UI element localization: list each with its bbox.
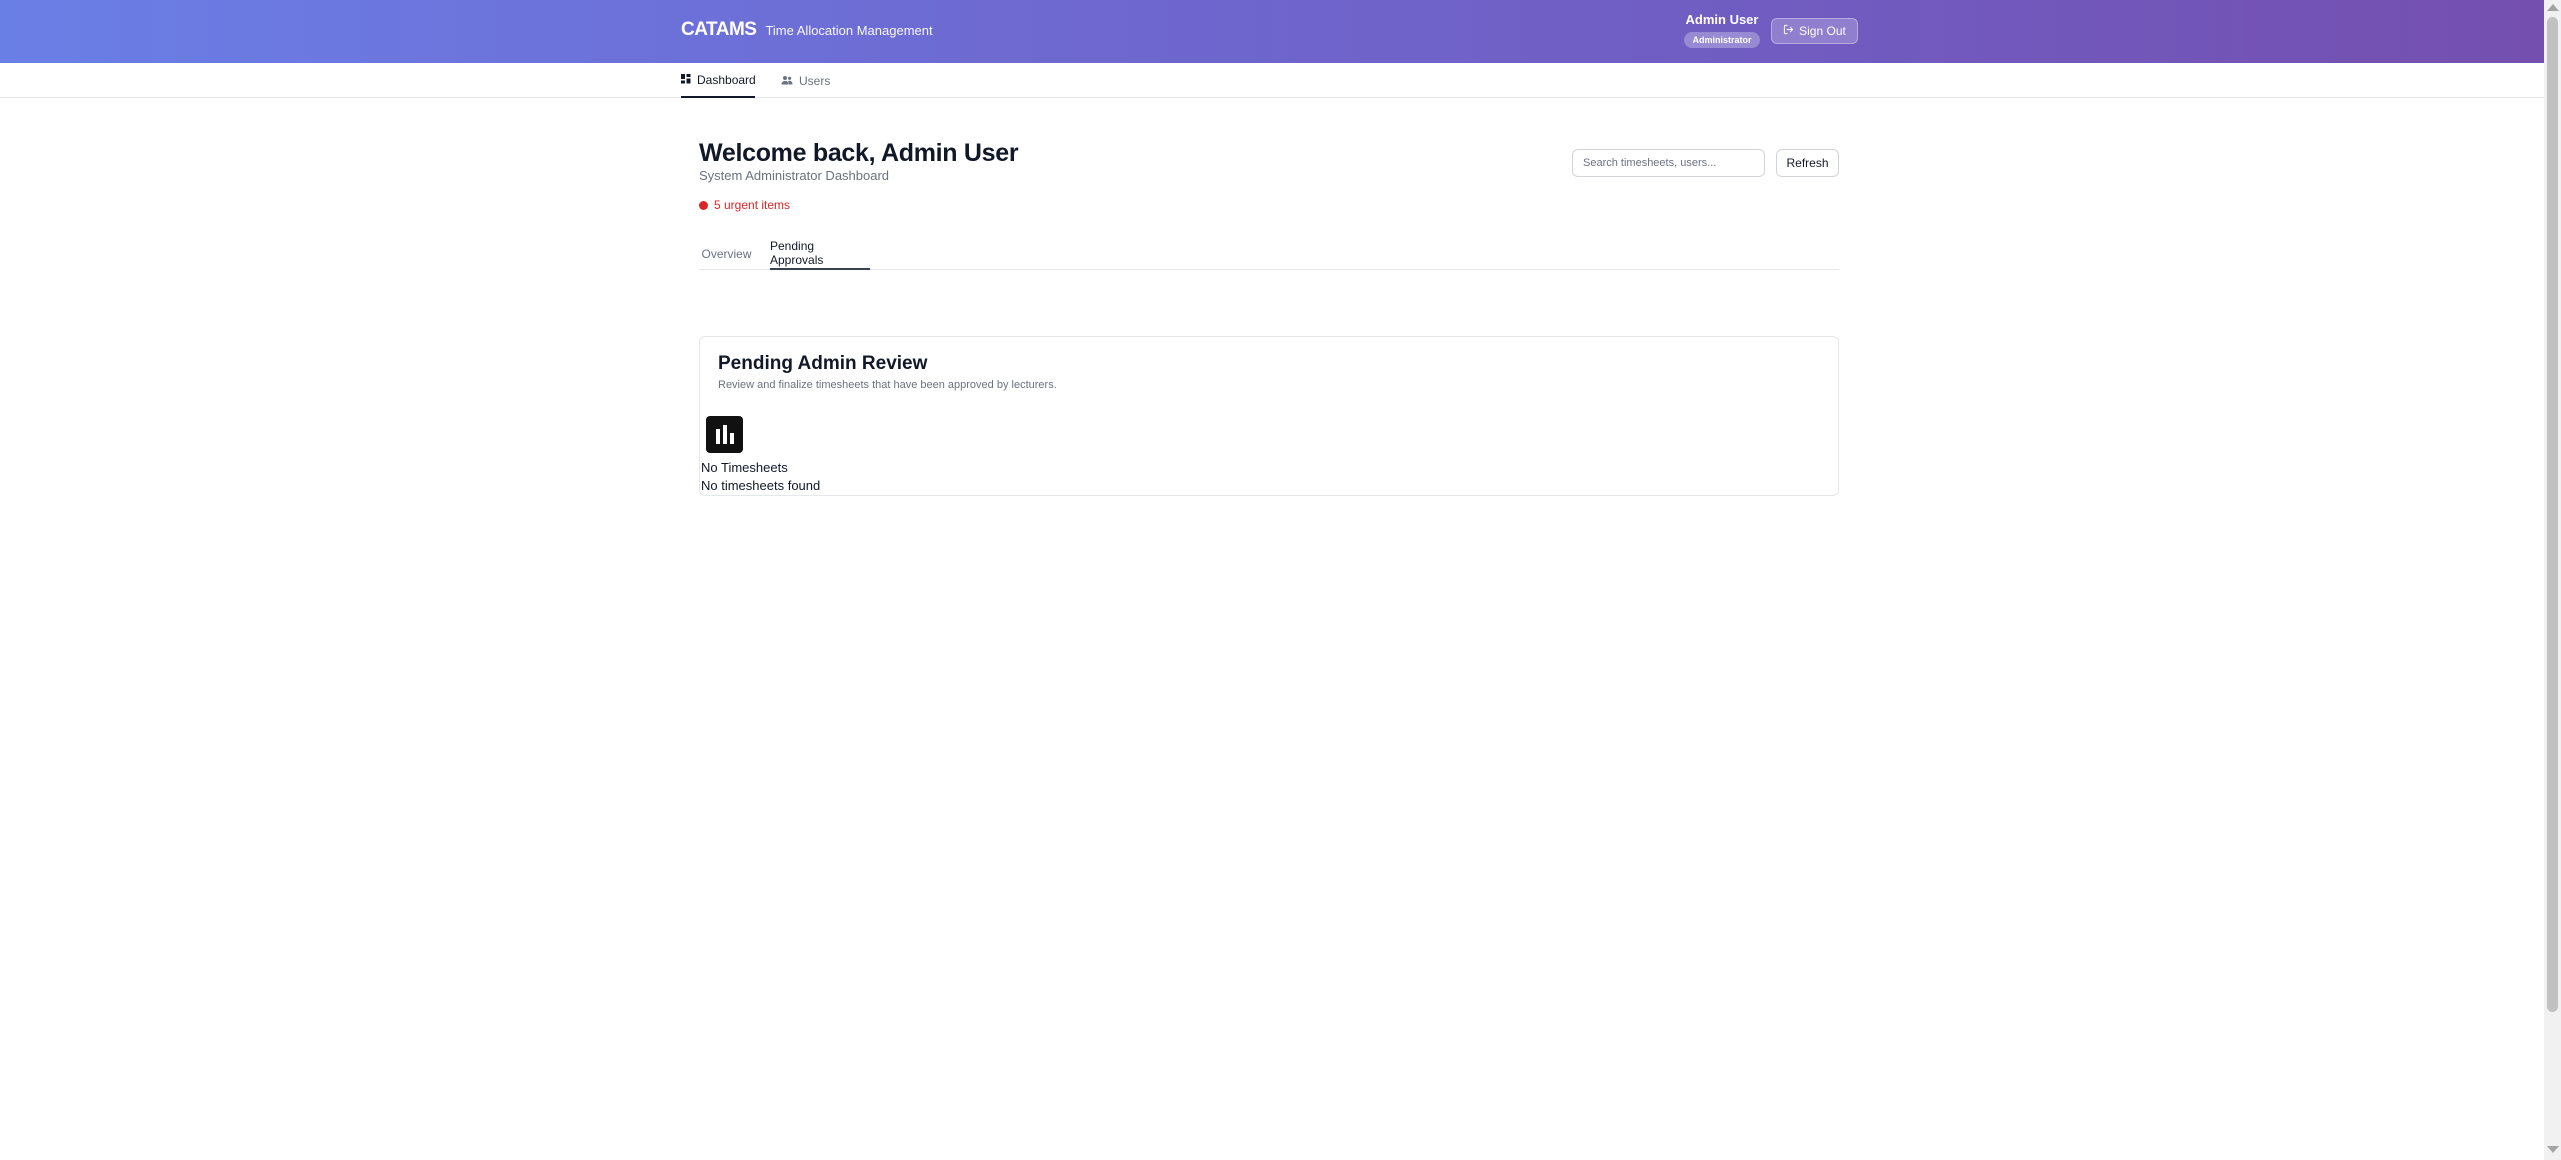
- sign-out-label: Sign Out: [1799, 24, 1846, 38]
- refresh-button[interactable]: Refresh: [1776, 149, 1839, 177]
- sign-out-button[interactable]: Sign Out: [1771, 18, 1858, 44]
- empty-state-description: No timesheets found: [701, 478, 821, 493]
- urgent-dot-icon: [699, 200, 708, 210]
- user-info: Admin User Administrator: [1680, 12, 1764, 48]
- tab-overview[interactable]: Overview: [699, 238, 754, 270]
- nav-tab-label: Dashboard: [697, 72, 756, 87]
- users-icon: [781, 74, 793, 88]
- user-name: Admin User: [1685, 12, 1759, 27]
- scrollbar-thumb[interactable]: [2547, 17, 2558, 1012]
- main-nav: Dashboard Users: [0, 63, 2544, 98]
- search-input[interactable]: [1572, 149, 1765, 177]
- brand-title: CATAMS: [681, 19, 757, 40]
- bar-chart-icon: [706, 416, 743, 453]
- app-viewport: CATAMS Time Allocation Management Admin …: [0, 0, 2561, 1160]
- sign-out-icon: [1783, 24, 1794, 38]
- urgent-items-indicator[interactable]: 5 urgent items: [699, 198, 790, 212]
- page-title: Welcome back, Admin User: [699, 139, 1019, 167]
- card-description: Review and finalize timesheets that have…: [718, 379, 1057, 391]
- urgent-items-label: 5 urgent items: [714, 198, 791, 212]
- scroll-up-arrow-icon[interactable]: [2547, 4, 2559, 11]
- dashboard-icon: [681, 73, 691, 87]
- card-title: Pending Admin Review: [718, 353, 928, 374]
- brand-subtitle: Time Allocation Management: [765, 23, 933, 38]
- pending-admin-review-card: Pending Admin Review Review and finalize…: [699, 336, 1839, 496]
- app-header: CATAMS Time Allocation Management Admin …: [0, 0, 2544, 63]
- scroll-down-arrow-icon[interactable]: [2547, 1146, 2559, 1153]
- nav-tab-dashboard[interactable]: Dashboard: [681, 63, 756, 98]
- nav-tab-label: Users: [799, 73, 831, 88]
- vertical-scrollbar[interactable]: [2544, 0, 2561, 1160]
- dashboard-tabs: Overview Pending Approvals: [699, 238, 1839, 270]
- nav-tab-users[interactable]: Users: [781, 63, 830, 98]
- page-subtitle: System Administrator Dashboard: [699, 168, 890, 183]
- tab-pending-approvals[interactable]: Pending Approvals: [770, 238, 870, 270]
- user-role-badge: Administrator: [1684, 32, 1760, 48]
- empty-state-title: No Timesheets: [701, 460, 788, 475]
- brand: CATAMS Time Allocation Management: [681, 19, 933, 41]
